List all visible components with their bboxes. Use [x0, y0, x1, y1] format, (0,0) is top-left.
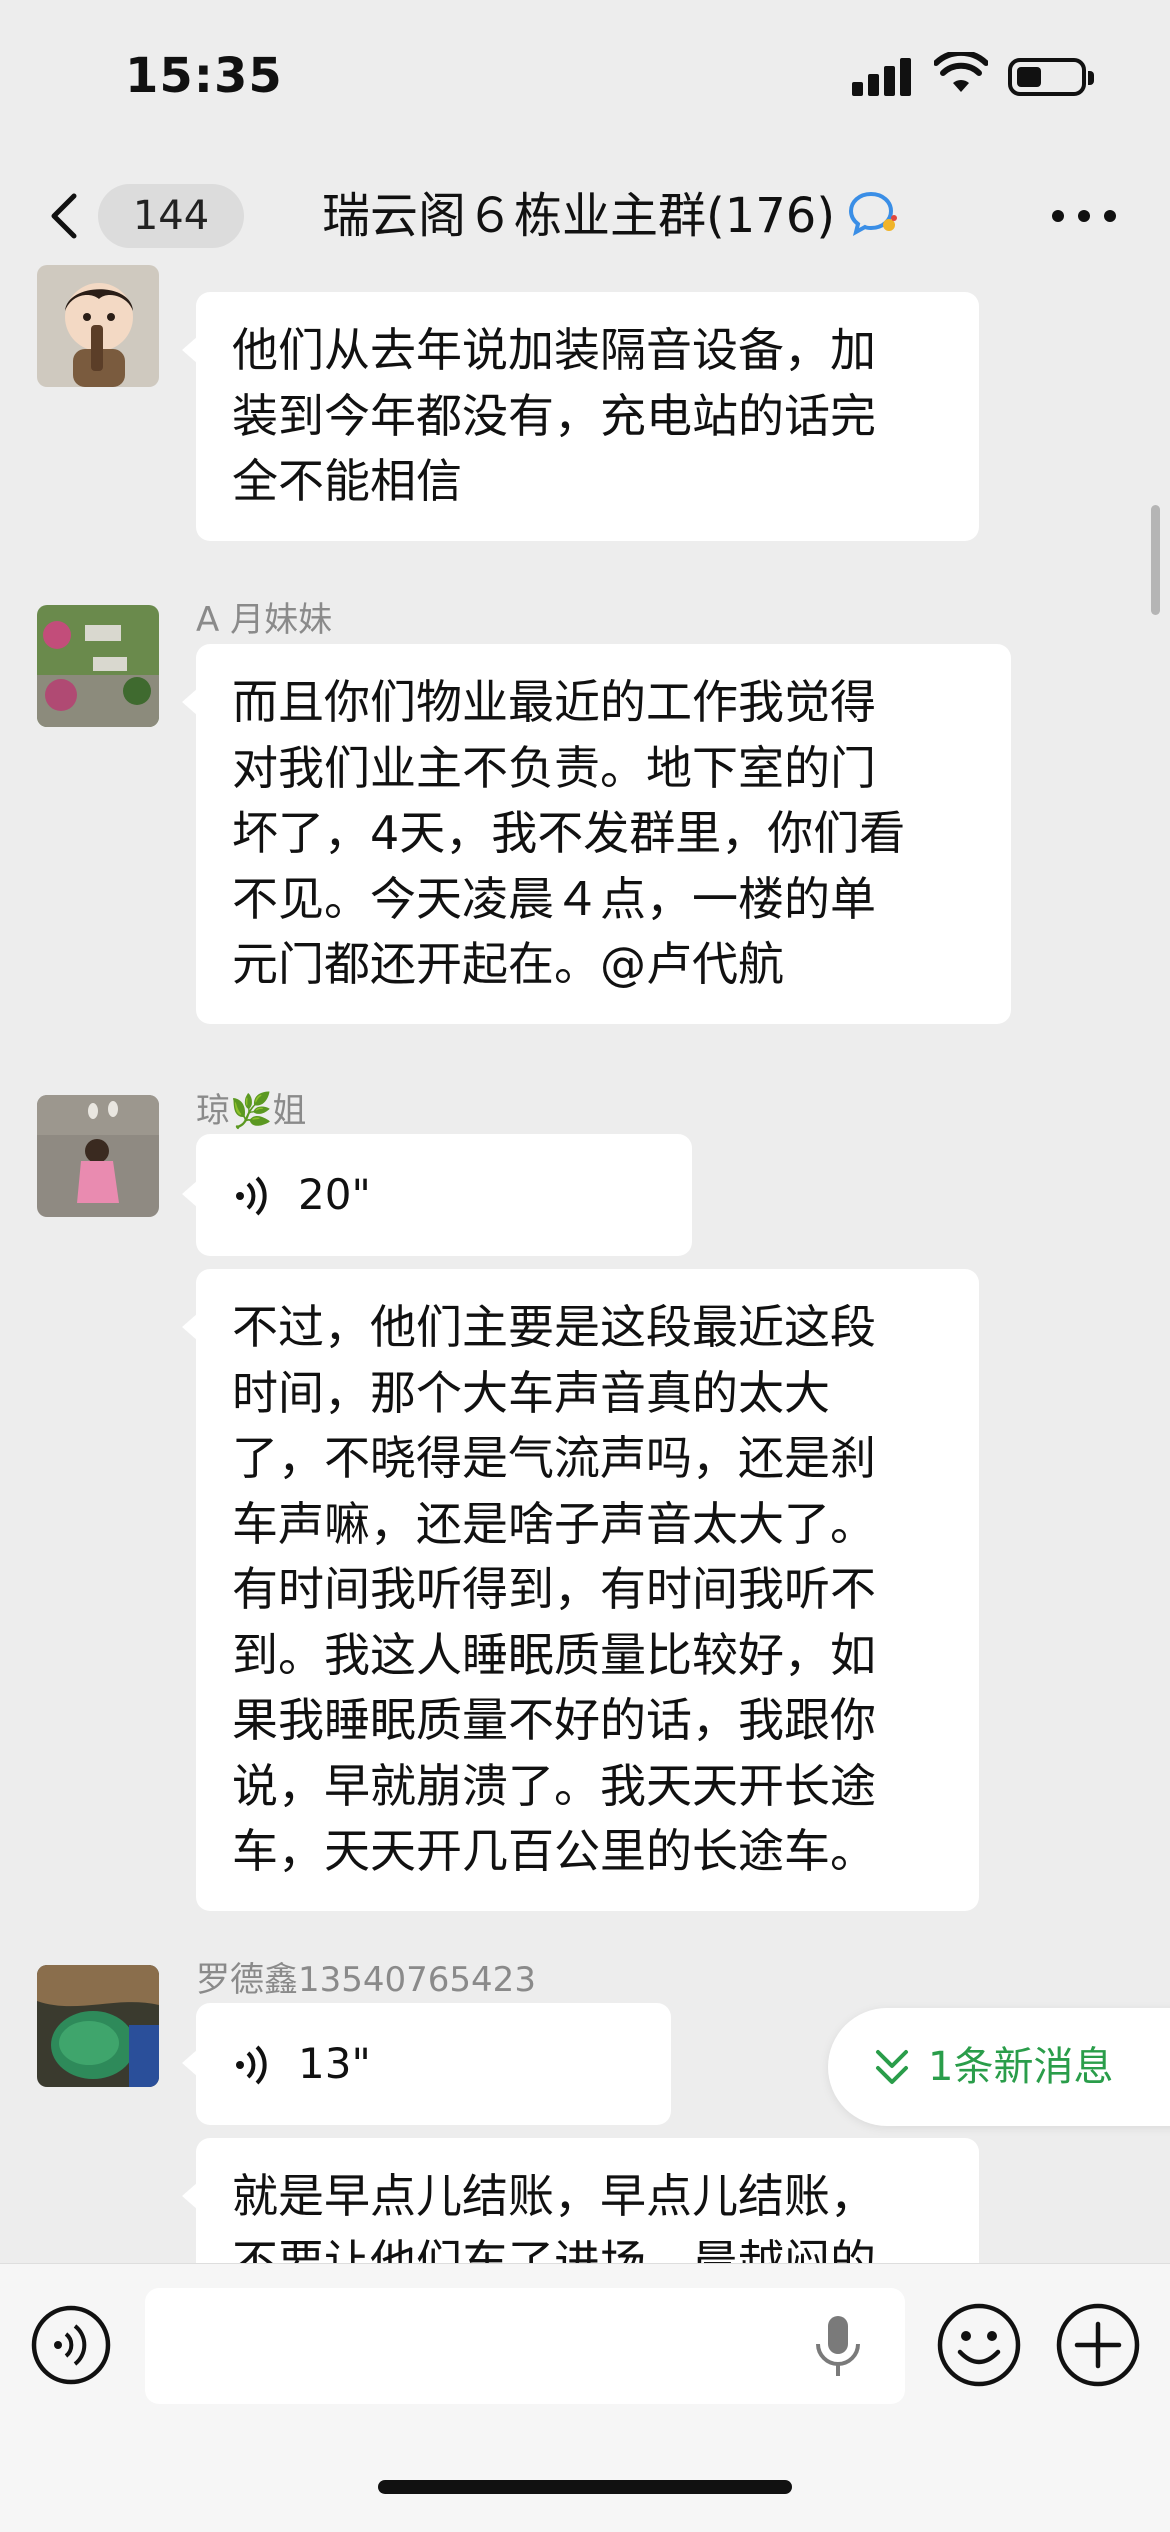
- back-button[interactable]: 144: [40, 180, 244, 252]
- voice-transcript-bubble[interactable]: 不过，他们主要是这段最近这段 时间，那个大车声音真的太大 了，不晓得是气流声吗，…: [182, 1269, 979, 1911]
- voice-duration: 20": [298, 1170, 371, 1219]
- chat-bubble-icon[interactable]: [847, 190, 899, 238]
- mic-icon[interactable]: [812, 2314, 864, 2380]
- double-chevron-down-icon: [876, 2050, 908, 2084]
- avatar[interactable]: [37, 1095, 159, 1217]
- more-options-button[interactable]: [1048, 188, 1120, 244]
- chat-title: 瑞云阁６栋业主群(176): [322, 188, 836, 244]
- scroll-indicator[interactable]: [1151, 505, 1160, 615]
- home-indicator[interactable]: [378, 2480, 792, 2494]
- new-messages-label: 1条新消息: [928, 2044, 1114, 2090]
- unread-count-badge: 144: [98, 184, 244, 248]
- voice-wave-icon: [236, 2045, 267, 2085]
- wifi-icon: [934, 52, 988, 92]
- chevron-left-icon: [51, 193, 77, 239]
- nav-bar: 144 瑞云阁６栋业主群(176): [0, 150, 1170, 265]
- avatar[interactable]: [37, 605, 159, 727]
- sender-name: 罗德鑫13540765423: [196, 1960, 536, 2000]
- chat-message-list[interactable]: 他们从去年说加装隔音设备，加 装到今年都没有，充电站的话完 全不能相信 A 月妹…: [0, 265, 1170, 2263]
- voice-message-bubble[interactable]: 13": [182, 2003, 671, 2125]
- status-bar: 15:35: [0, 0, 1170, 150]
- voice-transcript-bubble[interactable]: 就是早点儿结账，早点儿结账， 不要让他们东了进场，晨越闷的: [182, 2138, 979, 2263]
- new-messages-button[interactable]: 1条新消息: [828, 2008, 1170, 2126]
- emoji-icon[interactable]: [936, 2302, 1022, 2388]
- cellular-signal-icon: [852, 56, 914, 96]
- voice-wave-icon: [236, 1176, 267, 1216]
- message-bubble[interactable]: 而且你们物业最近的工作我觉得 对我们业主不负责。地下室的门 坏了，4天，我不发群…: [182, 644, 1011, 1024]
- avatar[interactable]: [37, 265, 159, 387]
- message-bubble[interactable]: 他们从去年说加装隔音设备，加 装到今年都没有，充电站的话完 全不能相信: [182, 292, 979, 541]
- voice-duration: 13": [298, 2039, 371, 2088]
- voice-message-bubble[interactable]: 20": [182, 1134, 692, 1256]
- plus-icon[interactable]: [1055, 2302, 1141, 2388]
- sender-name: A 月妹妹: [196, 600, 333, 640]
- sender-name: 琼🌿姐: [196, 1091, 307, 1131]
- status-time: 15:35: [125, 48, 283, 104]
- more-dots-icon: [1052, 210, 1064, 222]
- voice-icon[interactable]: [30, 2304, 112, 2386]
- message-input[interactable]: [145, 2288, 905, 2404]
- avatar[interactable]: [37, 1965, 159, 2087]
- battery-icon: [1008, 58, 1094, 96]
